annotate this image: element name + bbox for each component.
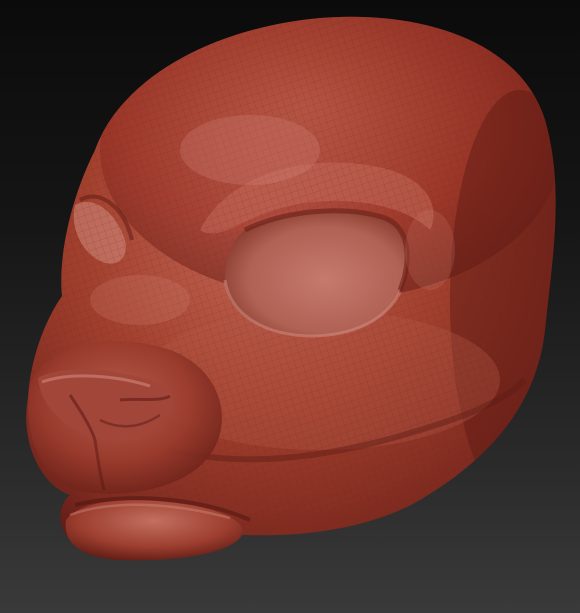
head-mesh bbox=[26, 16, 556, 561]
sculpt-viewport[interactable] bbox=[0, 0, 580, 613]
sculpted-animal-head-icon bbox=[26, 16, 556, 561]
muzzle bbox=[28, 341, 222, 494]
eye-socket bbox=[223, 208, 410, 338]
